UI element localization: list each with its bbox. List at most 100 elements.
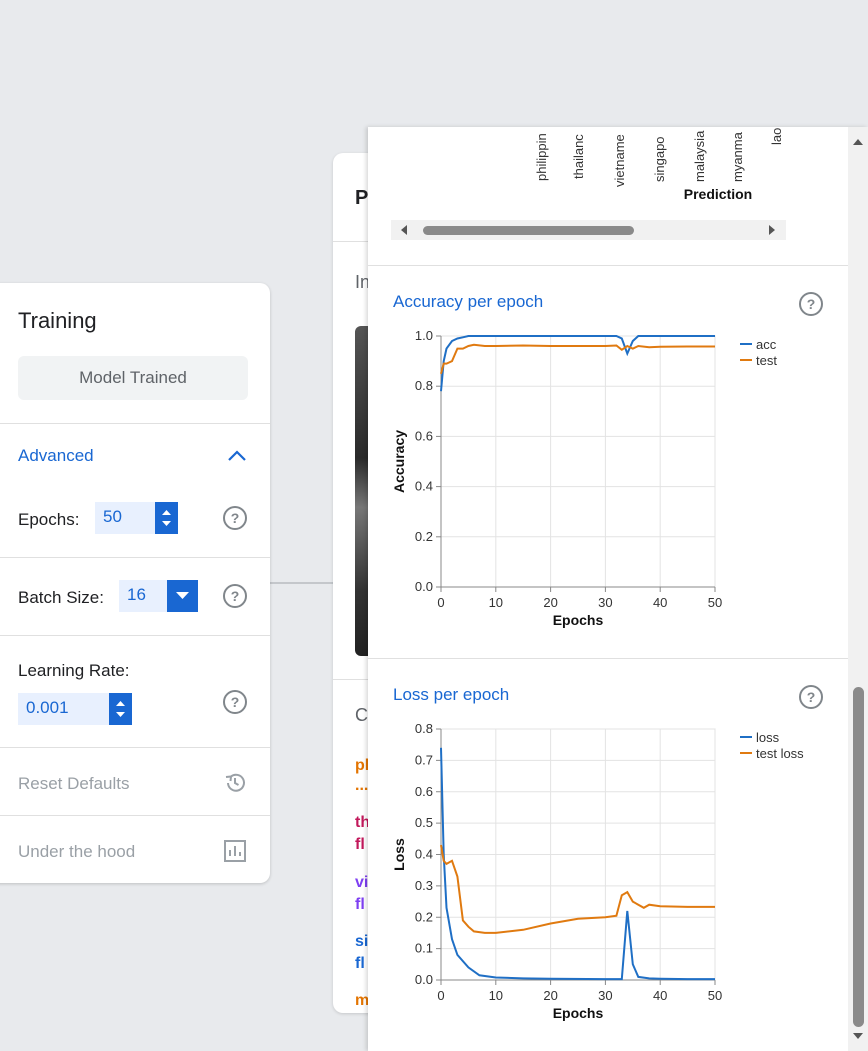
divider — [368, 265, 848, 266]
stepper-arrows-icon — [162, 510, 171, 526]
svg-text:?: ? — [231, 588, 240, 604]
scroll-up-icon[interactable] — [848, 133, 868, 149]
column-label: lao — [769, 128, 784, 145]
history-icon[interactable] — [222, 770, 248, 796]
y-tick-label: 0.0 — [415, 579, 433, 594]
help-icon[interactable]: ? — [222, 689, 248, 715]
class-label-vietnam: vi — [355, 874, 369, 891]
divider — [0, 635, 270, 636]
class-flag: fl — [355, 896, 365, 913]
y-tick-label: 0.5 — [415, 815, 433, 830]
divider — [0, 557, 270, 558]
y-tick-label: 0.8 — [415, 721, 433, 736]
advanced-toggle-label[interactable]: Advanced — [18, 446, 94, 466]
scroll-right-icon[interactable] — [767, 220, 777, 240]
help-icon[interactable]: ? — [798, 684, 824, 710]
y-tick-label: 0.4 — [415, 479, 433, 494]
vertical-scrollbar[interactable] — [848, 127, 868, 1051]
scrollbar-thumb[interactable] — [423, 226, 634, 235]
x-tick-label: 20 — [543, 595, 557, 610]
learning-rate-input[interactable]: 0.001 — [18, 693, 132, 725]
x-tick-label: 40 — [653, 595, 667, 610]
epochs-label: Epochs: — [18, 510, 80, 529]
accuracy-chart: 0 10 20 30 40 50 0.0 0.2 0.4 0.6 0.8 1.0 Epochs Accur… — [391, 328, 777, 628]
y-tick-label: 0.1 — [415, 941, 433, 956]
x-tick-label: 50 — [708, 595, 722, 610]
x-tick-label: 10 — [489, 988, 503, 1003]
column-label: malaysia — [692, 130, 707, 182]
stepper-arrows-icon — [116, 701, 125, 717]
prediction-axis-label: Prediction — [684, 186, 752, 202]
scrollbar-thumb[interactable] — [853, 687, 864, 1027]
divider — [368, 658, 848, 659]
column-label: myanma — [730, 131, 745, 182]
y-tick-label: 0.4 — [415, 847, 433, 862]
epochs-input[interactable]: 50 — [95, 502, 178, 534]
y-tick-label: 0.0 — [415, 972, 433, 987]
legend-label: test — [756, 353, 777, 368]
preview-heading: P — [355, 187, 369, 209]
under-the-hood-button[interactable]: Under the hood — [18, 842, 135, 862]
accuracy-section-title: Accuracy per epoch — [393, 292, 544, 311]
scroll-left-icon[interactable] — [399, 220, 409, 240]
class-label-singapore: si — [355, 933, 369, 950]
help-icon[interactable]: ? — [222, 583, 248, 609]
epochs-value: 50 — [103, 507, 122, 526]
column-label: vietname — [612, 134, 627, 187]
x-tick-label: 0 — [437, 988, 444, 1003]
y-tick-label: 0.2 — [415, 529, 433, 544]
learning-rate-stepper[interactable] — [109, 693, 132, 725]
y-tick-label: 1.0 — [415, 328, 433, 343]
column-label: singapo — [652, 136, 667, 182]
x-tick-label: 30 — [598, 988, 612, 1003]
reset-defaults-button[interactable]: Reset Defaults — [18, 774, 130, 794]
loss-section-title: Loss per epoch — [393, 685, 510, 704]
divider — [0, 747, 270, 748]
y-tick-label: 0.2 — [415, 909, 433, 924]
x-tick-label: 50 — [708, 988, 722, 1003]
bar-chart-icon[interactable] — [222, 838, 248, 864]
flow-connector — [270, 582, 335, 584]
legend-label: acc — [756, 337, 777, 352]
x-tick-label: 40 — [653, 988, 667, 1003]
batch-size-value: 16 — [127, 585, 146, 604]
dropdown-arrow[interactable] — [167, 580, 198, 612]
help-icon[interactable]: ? — [222, 505, 248, 531]
help-icon[interactable]: ? — [798, 291, 824, 317]
x-tick-label: 0 — [437, 595, 444, 610]
svg-text:?: ? — [231, 694, 240, 710]
y-tick-label: 0.6 — [415, 784, 433, 799]
column-label: thailanc — [571, 134, 586, 179]
class-flag: fl — [355, 955, 365, 972]
under-the-hood-panel: philippin thailanc vietname singapo mala… — [368, 127, 868, 1051]
chevron-up-icon[interactable] — [226, 445, 248, 467]
y-tick-label: 0.7 — [415, 752, 433, 767]
column-label: philippin — [534, 133, 549, 181]
y-axis-title: Accuracy — [391, 430, 407, 493]
horizontal-scrollbar[interactable] — [391, 220, 786, 240]
epochs-stepper[interactable] — [155, 502, 178, 534]
output-label: C — [355, 705, 368, 725]
y-tick-label: 0.8 — [415, 378, 433, 393]
batch-size-label: Batch Size: — [18, 588, 104, 607]
y-tick-label: 0.3 — [415, 878, 433, 893]
class-confidence: ... — [355, 777, 369, 794]
x-axis-title: Epochs — [553, 1005, 604, 1021]
divider — [0, 815, 270, 816]
legend-label: loss — [756, 730, 780, 745]
learning-rate-label: Learning Rate: — [18, 661, 130, 680]
x-tick-label: 20 — [543, 988, 557, 1003]
model-trained-button[interactable]: Model Trained — [18, 356, 248, 400]
training-card: Training Model Trained Advanced Epochs: … — [0, 283, 270, 883]
svg-text:?: ? — [807, 689, 816, 705]
plot-area — [440, 335, 716, 588]
batch-size-select[interactable]: 16 — [119, 580, 198, 612]
scroll-down-icon[interactable] — [848, 1029, 868, 1045]
svg-text:?: ? — [807, 296, 816, 312]
x-tick-label: 30 — [598, 595, 612, 610]
learning-rate-value: 0.001 — [26, 698, 69, 717]
x-axis-title: Epochs — [553, 612, 604, 628]
legend-label: test loss — [756, 746, 804, 761]
y-tick-label: 0.6 — [415, 428, 433, 443]
y-axis-title: Loss — [391, 838, 407, 871]
